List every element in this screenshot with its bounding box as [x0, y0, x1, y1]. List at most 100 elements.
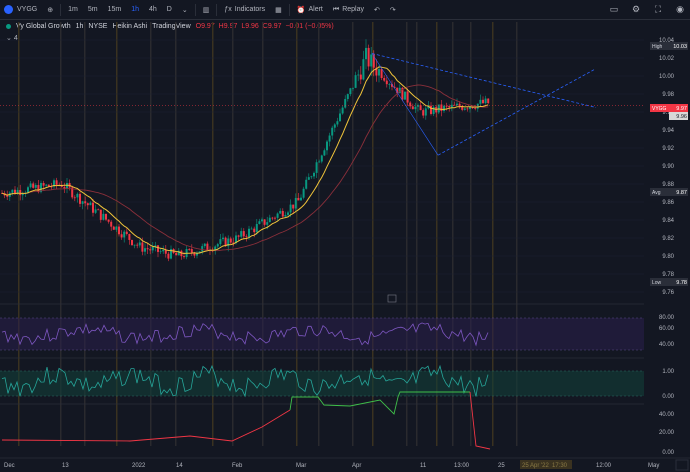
candle-body — [120, 234, 123, 238]
candle-body — [29, 183, 32, 188]
candle-body — [393, 86, 396, 88]
candle-body — [409, 102, 412, 107]
volume-line-green — [289, 391, 470, 415]
candle-body — [401, 87, 404, 100]
indicators-button[interactable]: ƒx Indicators — [219, 0, 270, 20]
candle-body — [411, 106, 414, 110]
candle-body — [318, 161, 321, 163]
ohlc-low: L9.96 — [241, 23, 259, 30]
chart-type-candles-icon[interactable]: ▥ — [198, 0, 215, 20]
candle-body — [136, 244, 139, 246]
candle-body — [313, 172, 315, 177]
candle-body — [40, 183, 42, 193]
time-tick-label: 11 — [420, 463, 427, 469]
indicators-icon: ƒx — [224, 6, 232, 13]
candle-body — [110, 221, 113, 227]
candle-body — [42, 183, 45, 186]
timeframe-5m[interactable]: 5m — [83, 0, 103, 20]
candle-body — [333, 124, 336, 128]
legend-collapse-toggle[interactable]: ⌄ 4 — [6, 34, 18, 42]
candle-body — [34, 184, 37, 188]
low-label: Low — [652, 280, 662, 286]
vol-tick-label: 40.00 — [659, 412, 675, 418]
candle-body — [144, 248, 146, 252]
candle-body — [482, 99, 484, 104]
candle-body — [94, 209, 97, 213]
trendline — [371, 53, 597, 108]
trend-drawings — [0, 53, 644, 303]
candle-body — [383, 78, 386, 81]
trendline — [371, 53, 439, 156]
candle-body — [367, 47, 370, 67]
price-tick-label: 9.94 — [662, 128, 674, 134]
timeframe-1h[interactable]: 1h — [126, 0, 144, 20]
time-tick-label: May — [648, 463, 659, 469]
chart-canvas[interactable]: 10.0410.0210.009.989.969.949.929.909.889… — [0, 0, 690, 472]
price-tick-label: 9.84 — [662, 218, 674, 224]
oscillator-line — [1, 364, 489, 398]
timeframe-1m[interactable]: 1m — [63, 0, 83, 20]
settings-icon[interactable]: ⚙ — [630, 3, 642, 15]
timeframe-15m[interactable]: 15m — [103, 0, 127, 20]
candle-body — [445, 105, 448, 107]
candle-body — [271, 217, 274, 219]
candle-body — [32, 183, 35, 188]
high-tag — [650, 42, 669, 50]
candle-body — [224, 237, 227, 247]
candle-body — [102, 213, 105, 220]
candle-body — [266, 222, 269, 225]
candle-body — [461, 106, 464, 110]
candle-body — [86, 203, 89, 206]
timeframe-4h[interactable]: 4h — [144, 0, 162, 20]
candle-body — [175, 253, 178, 256]
osc-band — [0, 371, 644, 396]
layout-icon[interactable]: ▭ — [608, 3, 620, 15]
fullscreen-icon[interactable]: ⛶ — [652, 3, 664, 15]
indicator-lines — [1, 66, 491, 450]
osc-tick-label: 1.00 — [662, 369, 674, 375]
symbol-search[interactable]: VYGG — [0, 0, 42, 20]
candle-body — [235, 235, 237, 244]
candle-body — [131, 239, 133, 246]
symbol-label: VYGG — [17, 6, 38, 13]
layout-grid-icon[interactable]: ▦ — [270, 0, 287, 20]
candle-body — [201, 246, 204, 252]
candle-body — [242, 231, 245, 237]
candle-body — [284, 214, 287, 217]
add-compare-icon[interactable]: ⊕ — [42, 0, 58, 20]
replay-button[interactable]: ⏮ Replay — [328, 0, 369, 20]
timeframe-dropdown-icon[interactable]: ⌄ — [177, 0, 193, 20]
candle-body — [185, 249, 188, 258]
camera-icon[interactable]: ◉ — [674, 3, 686, 15]
low-badge — [669, 278, 688, 286]
candle-body — [73, 197, 76, 199]
candle-body — [474, 108, 477, 109]
alert-button[interactable]: ⏰ Alert — [292, 0, 328, 20]
candle-body — [1, 193, 3, 194]
price-tick-label: 10.00 — [659, 74, 675, 80]
candle-body — [292, 204, 295, 209]
candle-body — [68, 182, 71, 188]
candle-body — [105, 213, 107, 220]
high-label: High — [652, 44, 663, 50]
undo-icon[interactable]: ↶ — [369, 0, 385, 20]
candle-body — [487, 98, 490, 104]
avg-value: 9.87 — [676, 190, 687, 196]
last-price-badge — [669, 104, 688, 112]
candle-body — [315, 162, 318, 173]
price-tick-label: 9.96 — [662, 110, 674, 116]
time-tick-label: 12:00 — [596, 463, 612, 469]
candle-body — [331, 127, 334, 136]
candle-body — [372, 54, 375, 68]
chart-grid — [0, 22, 644, 446]
session-band — [516, 22, 518, 446]
time-tick-label: Mar — [296, 463, 306, 469]
candle-body — [414, 106, 417, 110]
candle-body — [346, 94, 349, 100]
session-band — [212, 22, 214, 446]
candle-body — [149, 249, 152, 251]
candle-body — [388, 84, 391, 85]
timeframe-d[interactable]: D — [162, 0, 177, 20]
redo-icon[interactable]: ↷ — [385, 0, 401, 20]
candle-body — [55, 180, 58, 185]
